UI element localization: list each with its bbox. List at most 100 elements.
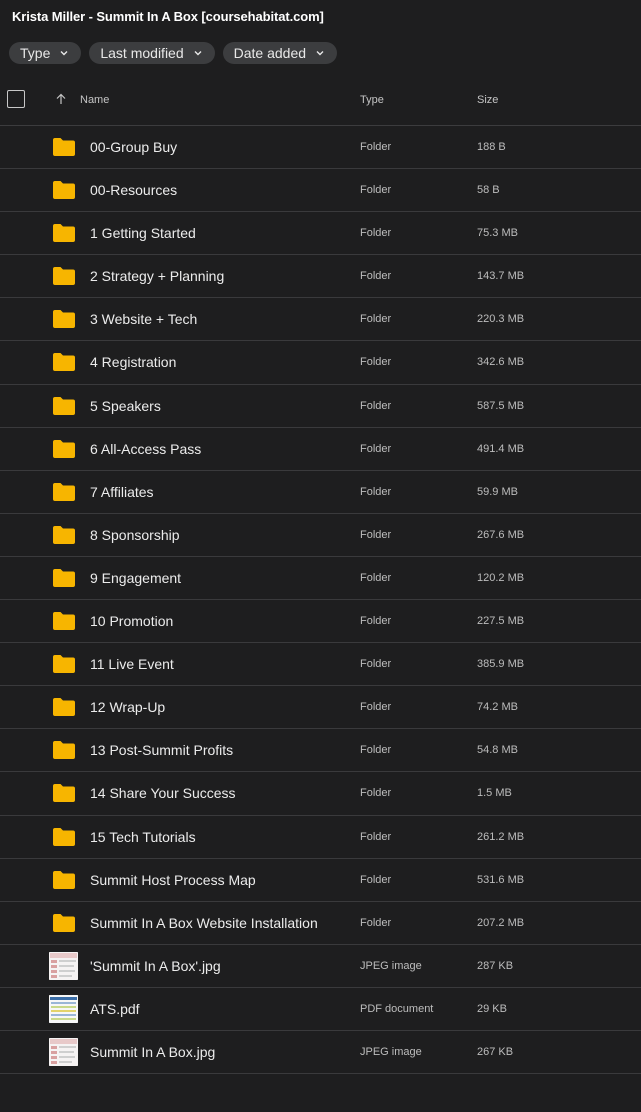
file-name: 3 Website + Tech	[90, 311, 198, 328]
file-name: 8 Sponsorship	[90, 526, 180, 543]
file-size: 120.2 MB	[477, 571, 525, 584]
table-row[interactable]: 'Summit In A Box'.jpg JPEG image 287 KB	[0, 945, 641, 988]
file-name: 11 Live Event	[90, 656, 174, 673]
table-row[interactable]: 8 Sponsorship Folder 267.6 MB	[0, 514, 641, 557]
file-size: 261.2 MB	[477, 830, 525, 843]
folder-icon	[52, 913, 76, 933]
file-name: 15 Tech Tutorials	[90, 828, 196, 845]
column-header-name[interactable]: Name	[80, 94, 109, 106]
filter-last-modified[interactable]: Last modified	[89, 42, 215, 64]
file-type: Folder	[360, 356, 392, 369]
table-row[interactable]: 00-Resources Folder 58 B	[0, 169, 641, 213]
filter-type[interactable]: Type	[9, 42, 82, 64]
file-name: Summit Host Process Map	[90, 871, 256, 888]
file-type: Folder	[360, 399, 392, 412]
file-name: ATS.pdf	[90, 1000, 140, 1017]
table-row[interactable]: 15 Tech Tutorials Folder 261.2 MB	[0, 816, 641, 859]
file-type: Folder	[360, 485, 392, 498]
folder-icon	[52, 654, 76, 674]
file-list: 00-Group Buy Folder 188 B 00-Resources Folde…	[0, 126, 641, 1075]
table-header: Name Type Size	[0, 80, 641, 126]
chevron-down-icon	[60, 51, 68, 56]
table-row[interactable]: 11 Live Event Folder 385.9 MB	[0, 643, 641, 687]
file-size: 227.5 MB	[477, 615, 525, 628]
table-row[interactable]: 9 Engagement Folder 120.2 MB	[0, 557, 641, 601]
file-name: 10 Promotion	[90, 613, 174, 630]
file-type: Folder	[360, 571, 392, 584]
file-name: 9 Engagement	[90, 569, 182, 586]
table-row[interactable]: 1 Getting Started Folder 75.3 MB	[0, 212, 641, 256]
table-row[interactable]: 13 Post-Summit Profits Folder 54.8 MB	[0, 729, 641, 773]
table-row[interactable]: 2 Strategy + Planning Folder 143.7 MB	[0, 255, 641, 299]
table-row[interactable]: 4 Registration Folder 342.6 MB	[0, 341, 641, 385]
folder-icon	[52, 396, 76, 416]
file-name: Summit In A Box.jpg	[90, 1043, 216, 1060]
table-row[interactable]: 12 Wrap-Up Folder 74.2 MB	[0, 686, 641, 730]
select-all-checkbox[interactable]	[7, 90, 25, 108]
file-type: Folder	[360, 916, 392, 929]
table-row[interactable]: 14 Share Your Success Folder 1.5 MB	[0, 772, 641, 816]
file-name: 2 Strategy + Planning	[90, 268, 225, 285]
filter-date-added[interactable]: Date added	[222, 42, 338, 64]
file-size: 491.4 MB	[477, 442, 525, 455]
file-type: Folder	[360, 658, 392, 671]
filter-last-modified-label: Last modified	[100, 45, 184, 61]
folder-icon	[52, 137, 76, 157]
file-type: Folder	[360, 227, 392, 240]
file-size: 1.5 MB	[477, 787, 512, 800]
file-size: 54.8 MB	[477, 744, 518, 757]
table-row[interactable]: 00-Group Buy Folder 188 B	[0, 126, 641, 170]
image-thumbnail-icon	[49, 1037, 78, 1066]
table-row[interactable]: Summit In A Box Website Installation Fold…	[0, 902, 641, 945]
table-row[interactable]: 6 All-Access Pass Folder 491.4 MB	[0, 428, 641, 471]
folder-icon	[52, 223, 76, 243]
file-size: 267 KB	[477, 1045, 514, 1058]
file-name: 5 Speakers	[90, 397, 161, 414]
filter-bar: Type Last modified Date added	[9, 42, 338, 64]
file-size: 143.7 MB	[477, 270, 525, 283]
file-size: 29 KB	[477, 1002, 507, 1015]
file-type: Folder	[360, 787, 392, 800]
folder-icon	[52, 482, 76, 502]
file-type: Folder	[360, 313, 392, 326]
file-type: Folder	[360, 141, 392, 153]
table-row[interactable]: 10 Promotion Folder 227.5 MB	[0, 600, 641, 644]
chevron-down-icon	[316, 51, 324, 56]
folder-icon	[52, 697, 76, 717]
pdf-thumbnail-icon	[49, 994, 78, 1023]
folder-icon	[52, 611, 76, 631]
file-size: 287 KB	[477, 959, 514, 972]
file-type: Folder	[360, 184, 392, 197]
file-name: 1 Getting Started	[90, 225, 196, 242]
file-type: Folder	[360, 873, 392, 886]
file-type: JPEG image	[360, 1045, 422, 1058]
table-row[interactable]: 5 Speakers Folder 587.5 MB	[0, 385, 641, 428]
file-size: 188 B	[477, 141, 506, 153]
file-size: 587.5 MB	[477, 399, 525, 412]
folder-icon	[52, 870, 76, 890]
folder-icon	[52, 827, 76, 847]
file-type: Folder	[360, 744, 392, 757]
file-size: 74.2 MB	[477, 701, 518, 714]
table-row[interactable]: Summit In A Box.jpg JPEG image 267 KB	[0, 1031, 641, 1075]
page-title: Krista Miller - Summit In A Box [courseh…	[12, 9, 324, 24]
file-type: PDF document	[360, 1002, 434, 1015]
file-type: Folder	[360, 442, 392, 455]
table-row[interactable]: ATS.pdf PDF document 29 KB	[0, 988, 641, 1031]
file-type: Folder	[360, 615, 392, 628]
folder-icon	[52, 266, 76, 286]
column-header-size: Size	[477, 94, 499, 106]
table-row[interactable]: 3 Website + Tech Folder 220.3 MB	[0, 298, 641, 342]
table-row[interactable]: Summit Host Process Map Folder 531.6 MB	[0, 859, 641, 902]
file-name: 00-Resources	[90, 182, 178, 199]
file-type: Folder	[360, 830, 392, 843]
folder-icon	[52, 783, 76, 803]
file-size: 58 B	[477, 184, 500, 197]
chevron-down-icon	[194, 51, 202, 56]
folder-icon	[52, 309, 76, 329]
folder-icon	[52, 568, 76, 588]
file-name: 12 Wrap-Up	[90, 699, 166, 716]
sort-ascending-arrow-icon[interactable]	[55, 93, 67, 105]
table-row[interactable]: 7 Affiliates Folder 59.9 MB	[0, 471, 641, 514]
file-type: Folder	[360, 528, 392, 541]
